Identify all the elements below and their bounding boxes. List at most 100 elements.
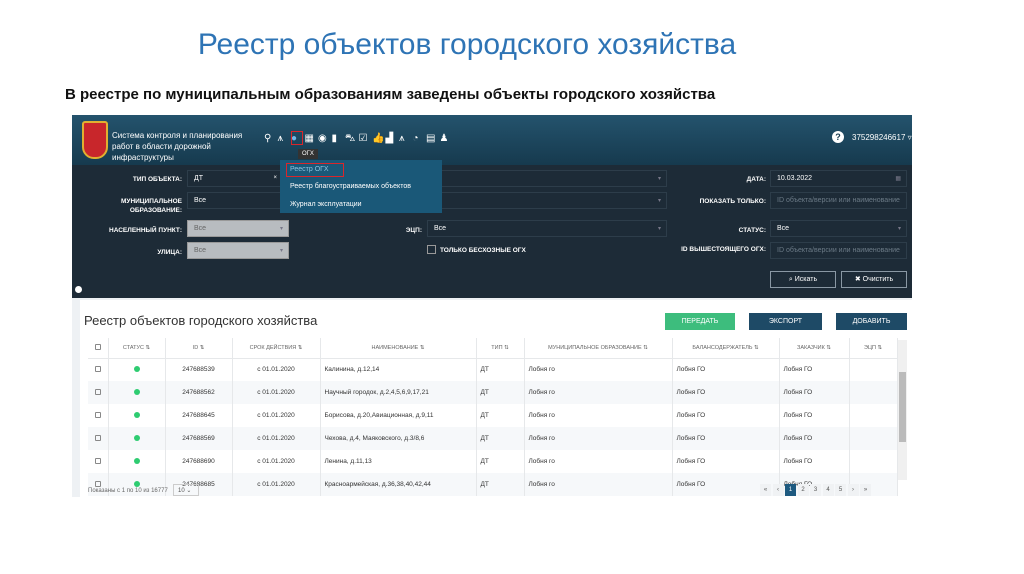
pagination-6[interactable]: 5 [835, 484, 846, 496]
locality-label: НАСЕЛЕННЫЙ ПУНКТ: [109, 227, 182, 234]
table-cell: Научный городок, д.2,4,5,6,9,17,21 [320, 381, 477, 404]
pagination-4[interactable]: 3 [810, 484, 821, 496]
row-checkbox[interactable] [88, 427, 109, 450]
object-type-input[interactable]: ДТ × [187, 170, 283, 187]
clear-button[interactable]: ✖ Очистить [841, 271, 907, 288]
row-checkbox[interactable] [88, 358, 109, 381]
status-active-icon [133, 388, 140, 395]
municipality-label: МУНИЦИПАЛЬНОЕ ОБРАЗОВАНИЕ: [120, 198, 182, 214]
column-header[interactable]: СТАТУС ⇅ [108, 338, 166, 359]
table-cell: Лобня ГО [672, 358, 780, 381]
table-cell: Ленина, д.11,13 [320, 450, 477, 473]
pagination-5[interactable]: 4 [822, 484, 834, 496]
row-checkbox[interactable] [88, 404, 109, 427]
select-all-checkbox[interactable] [88, 338, 109, 359]
pagination-7[interactable]: › [847, 484, 859, 496]
table-cell: 247688539 [165, 358, 233, 381]
parent-id-input[interactable]: ID объекта/версии или наименование [770, 242, 907, 259]
table-cell: Лобня ГО [779, 358, 850, 381]
table-row[interactable]: 247688569 с 01.01.2020 Чехова, д.4, Маяков… [88, 427, 898, 450]
thumbs-up-icon[interactable]: 👍 [372, 133, 384, 144]
eye-icon[interactable]: ◉ [318, 133, 327, 144]
ecp-cell [849, 404, 898, 427]
table-cell: ДТ [476, 404, 525, 427]
pagination-3[interactable]: 2 [797, 484, 809, 496]
table-row[interactable]: 247688539 с 01.01.2020 Калинина, д.12,14 ДТ… [88, 358, 898, 381]
calendar-icon[interactable]: ▦ [305, 133, 314, 144]
pagination-1[interactable]: ‹ [772, 484, 784, 496]
column-header[interactable]: ЭЦП ⇅ [849, 338, 898, 359]
status-active-icon [133, 434, 140, 441]
pagination-2[interactable]: 1 [785, 484, 796, 496]
table-cell: ДТ [476, 473, 525, 496]
ownerless-label: ТОЛЬКО БЕСХОЗНЫЕ ОГХ [440, 247, 526, 254]
user-menu[interactable]: 375298246617 ▿ [852, 133, 912, 142]
checklist-icon[interactable]: ☑ [359, 133, 368, 144]
municipality-select[interactable]: Все [187, 192, 283, 209]
column-header[interactable]: МУНИЦИПАЛЬНОЕ ОБРАЗОВАНИЕ ⇅ [524, 338, 673, 359]
calendar-icon: ▦ [895, 176, 901, 182]
page-size-select[interactable]: 10 ⌄ [173, 484, 199, 496]
date-input[interactable]: 10.03.2022 ▦ [770, 170, 907, 187]
table-cell: с 01.01.2020 [232, 427, 321, 450]
car-icon[interactable]: ⛍ [345, 133, 355, 146]
status-cell [108, 450, 166, 473]
table-scrollbar[interactable] [898, 340, 907, 480]
locality-select[interactable]: Все ▾ [187, 220, 289, 237]
table-cell: 247688645 [165, 404, 233, 427]
scrollbar-thumb[interactable] [899, 372, 906, 442]
table-cell: с 01.01.2020 [232, 450, 321, 473]
row-checkbox[interactable] [88, 450, 109, 473]
owner-select[interactable]: ▾ [422, 170, 667, 187]
column-header[interactable]: ЗАКАЗЧИК ⇅ [779, 338, 850, 359]
road-icon[interactable]: ⩚ [399, 133, 405, 144]
column-header[interactable]: ID ⇅ [165, 338, 233, 359]
column-header[interactable]: СРОК ДЕЙСТВИЯ ⇅ [232, 338, 321, 359]
table-cell: с 01.01.2020 [232, 381, 321, 404]
status-select[interactable]: Все ▾ [770, 220, 907, 237]
pagination-0[interactable]: « [760, 484, 771, 496]
transfer-button[interactable]: ПЕРЕДАТЬ [665, 313, 735, 330]
pagination-8[interactable]: » [860, 484, 871, 496]
column-header[interactable]: БАЛАНСОДЕРЖАТЕЛЬ ⇅ [672, 338, 780, 359]
menu-item-landscaping-registry[interactable]: Реестр благоустраиваемых объектов [290, 183, 411, 190]
documents-icon[interactable]: ▤ [426, 133, 435, 144]
menu-item-ogx-registry[interactable]: Реестр ОГХ [290, 166, 329, 173]
app-title: Система контроля и планирования работ в … [112, 131, 243, 162]
ecp-cell [849, 358, 898, 381]
user-id: 375298246617 [852, 133, 906, 142]
table-row[interactable]: 247688645 с 01.01.2020 Борисова, д.20,Авиа… [88, 404, 898, 427]
table-cell: ДТ [476, 427, 525, 450]
show-only-input[interactable]: ID объекта/версии или наименование [770, 192, 907, 209]
status-active-icon [133, 480, 140, 487]
menu-item-operation-log[interactable]: Журнал эксплуатации [290, 201, 362, 208]
map-marker-icon[interactable]: ⚲ [264, 133, 271, 144]
table-cell: Чехова, д.4, Маяковского, д.3/8,6 [320, 427, 477, 450]
status-label: СТАТУС: [738, 227, 766, 234]
ownerless-checkbox[interactable] [427, 245, 436, 254]
export-button[interactable]: ЭКСПОРТ [749, 313, 822, 330]
table-row[interactable]: 247688562 с 01.01.2020 Научный городок, д.… [88, 381, 898, 404]
road-icon[interactable]: ⩚ [278, 133, 284, 144]
search-button[interactable]: ⌕ Искать [770, 271, 836, 288]
column-header[interactable]: ТИП ⇅ [476, 338, 525, 359]
collapse-icon[interactable] [75, 286, 82, 293]
dashboard-icon[interactable]: ◔ [413, 133, 419, 144]
ogx-selected-highlight [291, 131, 303, 145]
show-only-label: ПОКАЗАТЬ ТОЛЬКО: [699, 198, 766, 205]
user-icon[interactable]: ♟ [440, 133, 449, 144]
help-icon[interactable]: ? [832, 131, 844, 143]
row-checkbox[interactable] [88, 381, 109, 404]
book-icon[interactable]: ▮ [332, 133, 338, 144]
bar-chart-icon[interactable]: ▟ [386, 133, 394, 144]
table-row[interactable]: 247688690 с 01.01.2020 Ленина, д.11,13 ДТ Ло… [88, 450, 898, 473]
object-type-label: ТИП ОБЪЕКТА: [132, 176, 182, 183]
registry-card: Реестр объектов городского хозяйства ПЕР… [80, 300, 912, 497]
add-button[interactable]: ДОБАВИТЬ [836, 313, 907, 330]
ecp-cell [849, 427, 898, 450]
street-select[interactable]: Все ▾ [187, 242, 289, 259]
ecp-select[interactable]: Все ▾ [427, 220, 667, 237]
column-header[interactable]: НАИМЕНОВАНИЕ ⇅ [320, 338, 477, 359]
customer-select[interactable]: ▾ [422, 192, 667, 209]
table-cell: с 01.01.2020 [232, 358, 321, 381]
